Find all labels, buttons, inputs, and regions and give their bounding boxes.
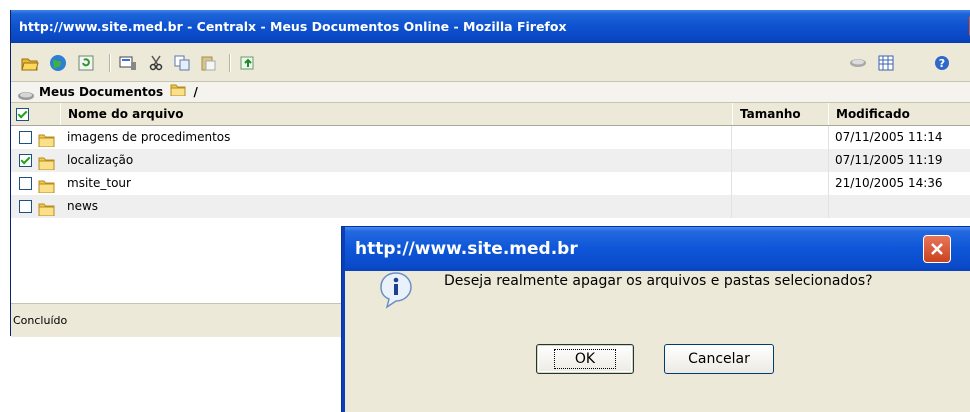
file-list-header: Nome do arquivo Tamanho Modificado — [11, 103, 970, 126]
status-text: Concluído — [13, 314, 68, 327]
close-icon — [931, 243, 943, 255]
window-titlebar: http://www.site.med.br - Centralx - Meus… — [11, 10, 970, 43]
column-header-size[interactable]: Tamanho — [732, 103, 828, 125]
breadcrumb: Meus Documentos / — [11, 81, 970, 103]
table-row[interactable]: news — [11, 195, 970, 218]
row-size — [731, 172, 829, 195]
properties-icon[interactable] — [119, 54, 137, 72]
folder-icon — [38, 201, 55, 224]
row-name[interactable]: imagens de procedimentos — [67, 126, 230, 149]
ok-button-label: OK — [553, 349, 617, 369]
link-icon[interactable] — [849, 54, 867, 72]
row-size — [731, 126, 829, 149]
row-checkbox[interactable] — [19, 154, 32, 167]
row-name[interactable]: news — [67, 195, 98, 218]
help-icon[interactable]: ? — [933, 54, 951, 72]
column-header-name[interactable]: Nome do arquivo — [60, 103, 732, 125]
dialog-titlebar: http://www.site.med.br — [345, 227, 970, 271]
table-row[interactable]: imagens de procedimentos 07/11/2005 11:1… — [11, 126, 970, 149]
ok-button[interactable]: OK — [536, 344, 634, 374]
breadcrumb-separator: / — [193, 85, 198, 99]
grid-view-icon[interactable] — [877, 54, 895, 72]
copy-icon[interactable] — [173, 54, 191, 72]
table-row[interactable]: localização 07/11/2005 11:19 — [11, 149, 970, 172]
open-folder-icon[interactable] — [21, 54, 39, 72]
row-name[interactable]: localização — [67, 149, 133, 172]
upload-icon[interactable] — [239, 54, 257, 72]
row-checkbox[interactable] — [19, 131, 32, 144]
row-size — [731, 149, 829, 172]
cancel-button[interactable]: Cancelar — [664, 344, 774, 374]
row-name[interactable]: msite_tour — [67, 172, 131, 195]
info-icon — [379, 271, 413, 309]
window-title: http://www.site.med.br - Centralx - Meus… — [19, 19, 567, 34]
row-modified: 07/11/2005 11:14 — [835, 130, 943, 144]
breadcrumb-root[interactable]: Meus Documentos — [39, 85, 163, 99]
dialog-title: http://www.site.med.br — [355, 239, 578, 259]
globe-icon[interactable] — [49, 54, 67, 72]
row-modified: 21/10/2005 14:36 — [835, 176, 943, 190]
row-checkbox[interactable] — [19, 200, 32, 213]
toolbar: ? — [11, 43, 970, 81]
select-all-checkbox[interactable] — [11, 103, 33, 125]
dialog-message: Deseja realmente apagar os arquivos e pa… — [444, 273, 873, 289]
row-checkbox[interactable] — [19, 177, 32, 190]
cut-icon[interactable] — [147, 54, 165, 72]
dialog-close-button[interactable] — [923, 235, 951, 263]
row-modified: 07/11/2005 11:19 — [835, 153, 943, 167]
toolbar-separator — [229, 54, 231, 72]
svg-text:?: ? — [939, 57, 945, 70]
folder-icon — [170, 82, 186, 103]
confirm-dialog: http://www.site.med.br Deseja realmente … — [342, 227, 970, 412]
table-row[interactable]: msite_tour 21/10/2005 14:36 — [11, 172, 970, 195]
paste-icon[interactable] — [199, 54, 217, 72]
column-header-modified[interactable]: Modificado — [828, 103, 970, 125]
toolbar-separator — [109, 54, 111, 72]
row-size — [731, 195, 829, 218]
refresh-icon[interactable] — [77, 54, 95, 72]
